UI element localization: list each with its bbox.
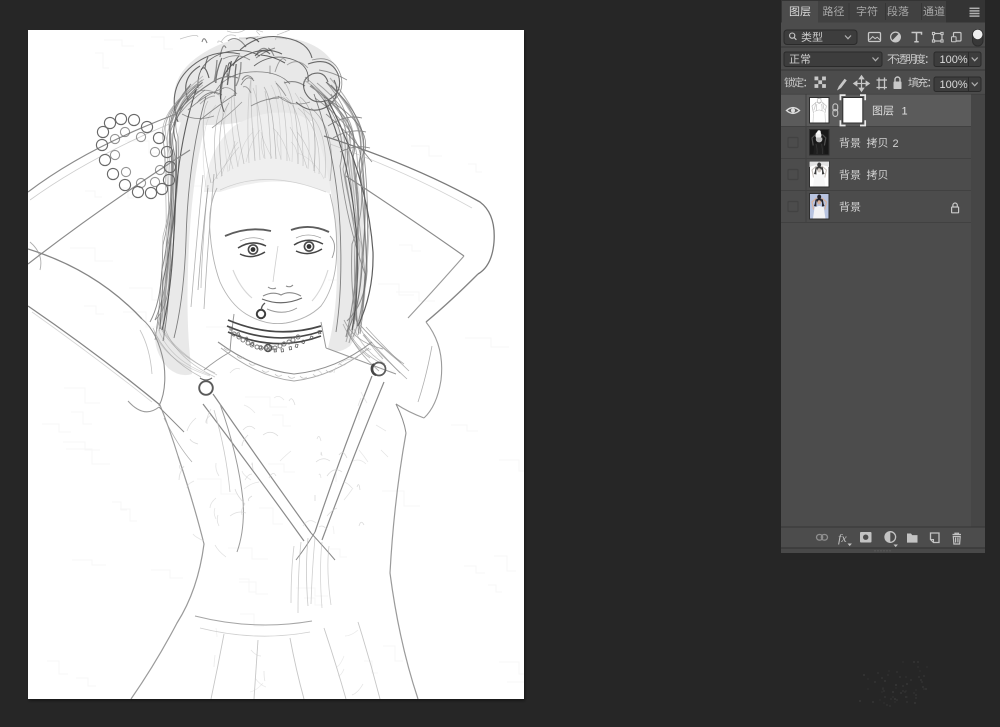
- svg-text:100%: 100%: [940, 79, 968, 91]
- svg-text:100%: 100%: [940, 54, 968, 66]
- svg-text:2: 2: [893, 138, 899, 150]
- svg-text:fx: fx: [838, 531, 847, 545]
- svg-text:1: 1: [902, 106, 908, 118]
